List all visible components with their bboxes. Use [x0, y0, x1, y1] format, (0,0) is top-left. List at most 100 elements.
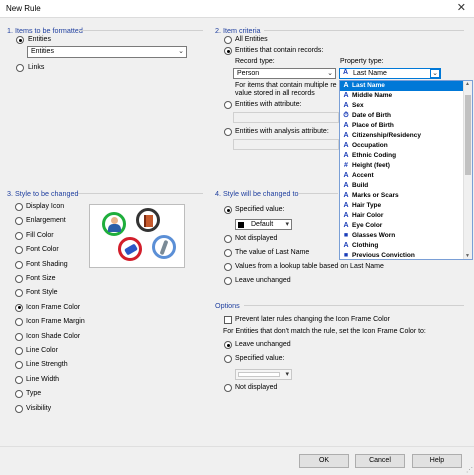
info-line-2: value stored in all records — [235, 90, 315, 97]
property-type-icon: A — [343, 192, 349, 199]
chevron-down-icon: ⌄ — [178, 48, 184, 55]
chevron-down-icon: ▾ — [285, 221, 289, 228]
options-color-select[interactable]: ▾ — [235, 369, 292, 380]
property-list-item[interactable]: ■ Glasses Worn — [340, 231, 464, 241]
book-icon — [136, 208, 160, 232]
property-list-item[interactable]: ■ Previous Conviction — [340, 251, 464, 259]
style-options: Display Icon Enlargement Fill Color Font Co… — [15, 203, 90, 419]
style-option-radio[interactable] — [15, 347, 23, 355]
chevron-down-icon[interactable]: ⌄ — [430, 69, 440, 78]
property-list-item[interactable]: A Citizenship/Residency — [340, 131, 464, 141]
property-type-icon: A — [343, 242, 349, 249]
property-list-item[interactable]: A Accent — [340, 171, 464, 181]
style-option-radio[interactable] — [15, 289, 23, 298]
scrollbar-thumb[interactable] — [465, 95, 471, 175]
not-displayed-label: Not displayed — [235, 235, 278, 242]
style-option-radio[interactable] — [15, 332, 23, 341]
chevron-down-icon: ⌄ — [327, 70, 333, 77]
property-list-item-label: Place of Birth — [352, 122, 394, 129]
person-icon — [102, 212, 126, 236]
value-of-radio[interactable] — [224, 249, 232, 257]
property-list-item[interactable]: ⏱ Date of Birth — [340, 111, 464, 121]
options-leave-unchanged-radio[interactable] — [224, 341, 232, 349]
style-option-radio[interactable] — [15, 203, 23, 211]
all-entities-radio[interactable] — [224, 36, 232, 44]
style-option-label: Icon Shade Color — [26, 332, 81, 340]
property-list-item[interactable]: A Ethnic Coding — [340, 151, 464, 161]
links-radio[interactable] — [16, 64, 24, 72]
with-analysis-attribute-radio[interactable] — [224, 128, 232, 136]
color-select[interactable]: Default ▾ — [235, 219, 292, 230]
entities-select[interactable]: Entities ⌄ — [27, 46, 187, 58]
property-type-icon: ■ — [343, 232, 349, 239]
property-list-item-label: Build — [352, 182, 369, 189]
help-button[interactable]: Help — [412, 454, 462, 468]
divider — [78, 193, 203, 194]
style-option-radio[interactable] — [15, 246, 23, 255]
analysis-attribute-field[interactable] — [233, 139, 339, 150]
style-option-radio[interactable] — [15, 303, 23, 312]
property-list-item[interactable]: A Middle Name — [340, 91, 464, 101]
property-list-item[interactable]: A Marks or Scars — [340, 191, 464, 201]
value-of-label: The value of Last Name — [235, 249, 310, 256]
options-specified-value-radio[interactable] — [224, 355, 232, 363]
style-option-radio[interactable] — [15, 390, 23, 399]
property-list-item-label: Marks or Scars — [352, 192, 399, 199]
property-list-item[interactable]: A Hair Color — [340, 211, 464, 221]
with-attribute-label: Entities with attribute: — [235, 101, 302, 108]
specified-value-radio[interactable] — [224, 206, 232, 214]
scroll-up-icon[interactable]: ▲ — [465, 81, 470, 87]
property-list-item[interactable]: A Eye Color — [340, 221, 464, 231]
style-option-radio[interactable] — [15, 231, 23, 240]
property-list-item[interactable]: A Place of Birth — [340, 121, 464, 131]
color-swatch — [238, 222, 244, 228]
listbox-scrollbar[interactable]: ▲ ▼ — [463, 81, 472, 259]
property-list-item[interactable]: A Hair Type — [340, 201, 464, 211]
entities-radio[interactable] — [16, 36, 24, 44]
style-option-radio[interactable] — [15, 404, 23, 413]
property-type-select[interactable]: A Last Name ⌄ — [339, 68, 441, 79]
contain-records-label: Entities that contain records: — [235, 47, 324, 54]
resize-grip-icon[interactable]: ⋰ — [466, 466, 473, 474]
property-list-item[interactable]: A Sex — [340, 101, 464, 111]
specified-value-label: Specified value: — [235, 206, 285, 213]
property-list-item[interactable]: # Height (feet) — [340, 161, 464, 171]
contain-records-radio[interactable] — [224, 47, 232, 55]
property-list-item[interactable]: A Last Name — [340, 81, 464, 91]
property-list: A Last Name A Middle Name A Sex ⏱ Date of Birth… — [340, 81, 464, 259]
attribute-field[interactable] — [233, 112, 339, 123]
not-displayed-radio[interactable] — [224, 235, 232, 243]
change-group-header: 4. Style will be changed to — [215, 189, 299, 198]
with-attribute-radio[interactable] — [224, 101, 232, 109]
ok-button[interactable]: OK — [299, 454, 349, 468]
style-option-radio[interactable] — [15, 375, 23, 384]
prevent-later-checkbox[interactable] — [224, 316, 232, 324]
leave-unchanged-radio[interactable] — [224, 277, 232, 285]
style-option-label: Enlargement — [26, 217, 66, 225]
close-icon[interactable]: ✕ — [457, 2, 466, 14]
property-list-item-label: Previous Conviction — [352, 252, 415, 259]
entities-select-value: Entities — [31, 48, 54, 55]
property-list-item[interactable]: A Occupation — [340, 141, 464, 151]
property-list-item[interactable]: A Clothing — [340, 241, 464, 251]
options-group-header: Options — [215, 301, 240, 310]
lookup-radio[interactable] — [224, 263, 232, 271]
cancel-button[interactable]: Cancel — [355, 454, 405, 468]
dialog-footer: OK Cancel Help — [0, 446, 474, 475]
property-type-icon: A — [343, 82, 349, 89]
title-bar: New Rule ✕ — [0, 0, 474, 18]
style-option-label: Line Width — [26, 375, 60, 383]
style-option-radio[interactable] — [15, 260, 23, 269]
style-option-radio[interactable] — [15, 275, 23, 283]
scroll-down-icon[interactable]: ▼ — [465, 253, 470, 259]
record-type-select[interactable]: Person ⌄ — [233, 68, 336, 79]
property-list-item[interactable]: A Build — [340, 181, 464, 191]
style-option-radio[interactable] — [15, 217, 23, 226]
property-list-item-label: Glasses Worn — [352, 232, 396, 239]
property-list-item-label: Height (feet) — [352, 162, 390, 169]
property-type-listbox[interactable]: A Last Name A Middle Name A Sex ⏱ Date of Birth… — [339, 80, 473, 260]
style-option-radio[interactable] — [15, 318, 23, 327]
options-not-displayed-radio[interactable] — [224, 384, 232, 392]
property-type-icon: # — [344, 162, 348, 169]
style-option-radio[interactable] — [15, 361, 23, 370]
